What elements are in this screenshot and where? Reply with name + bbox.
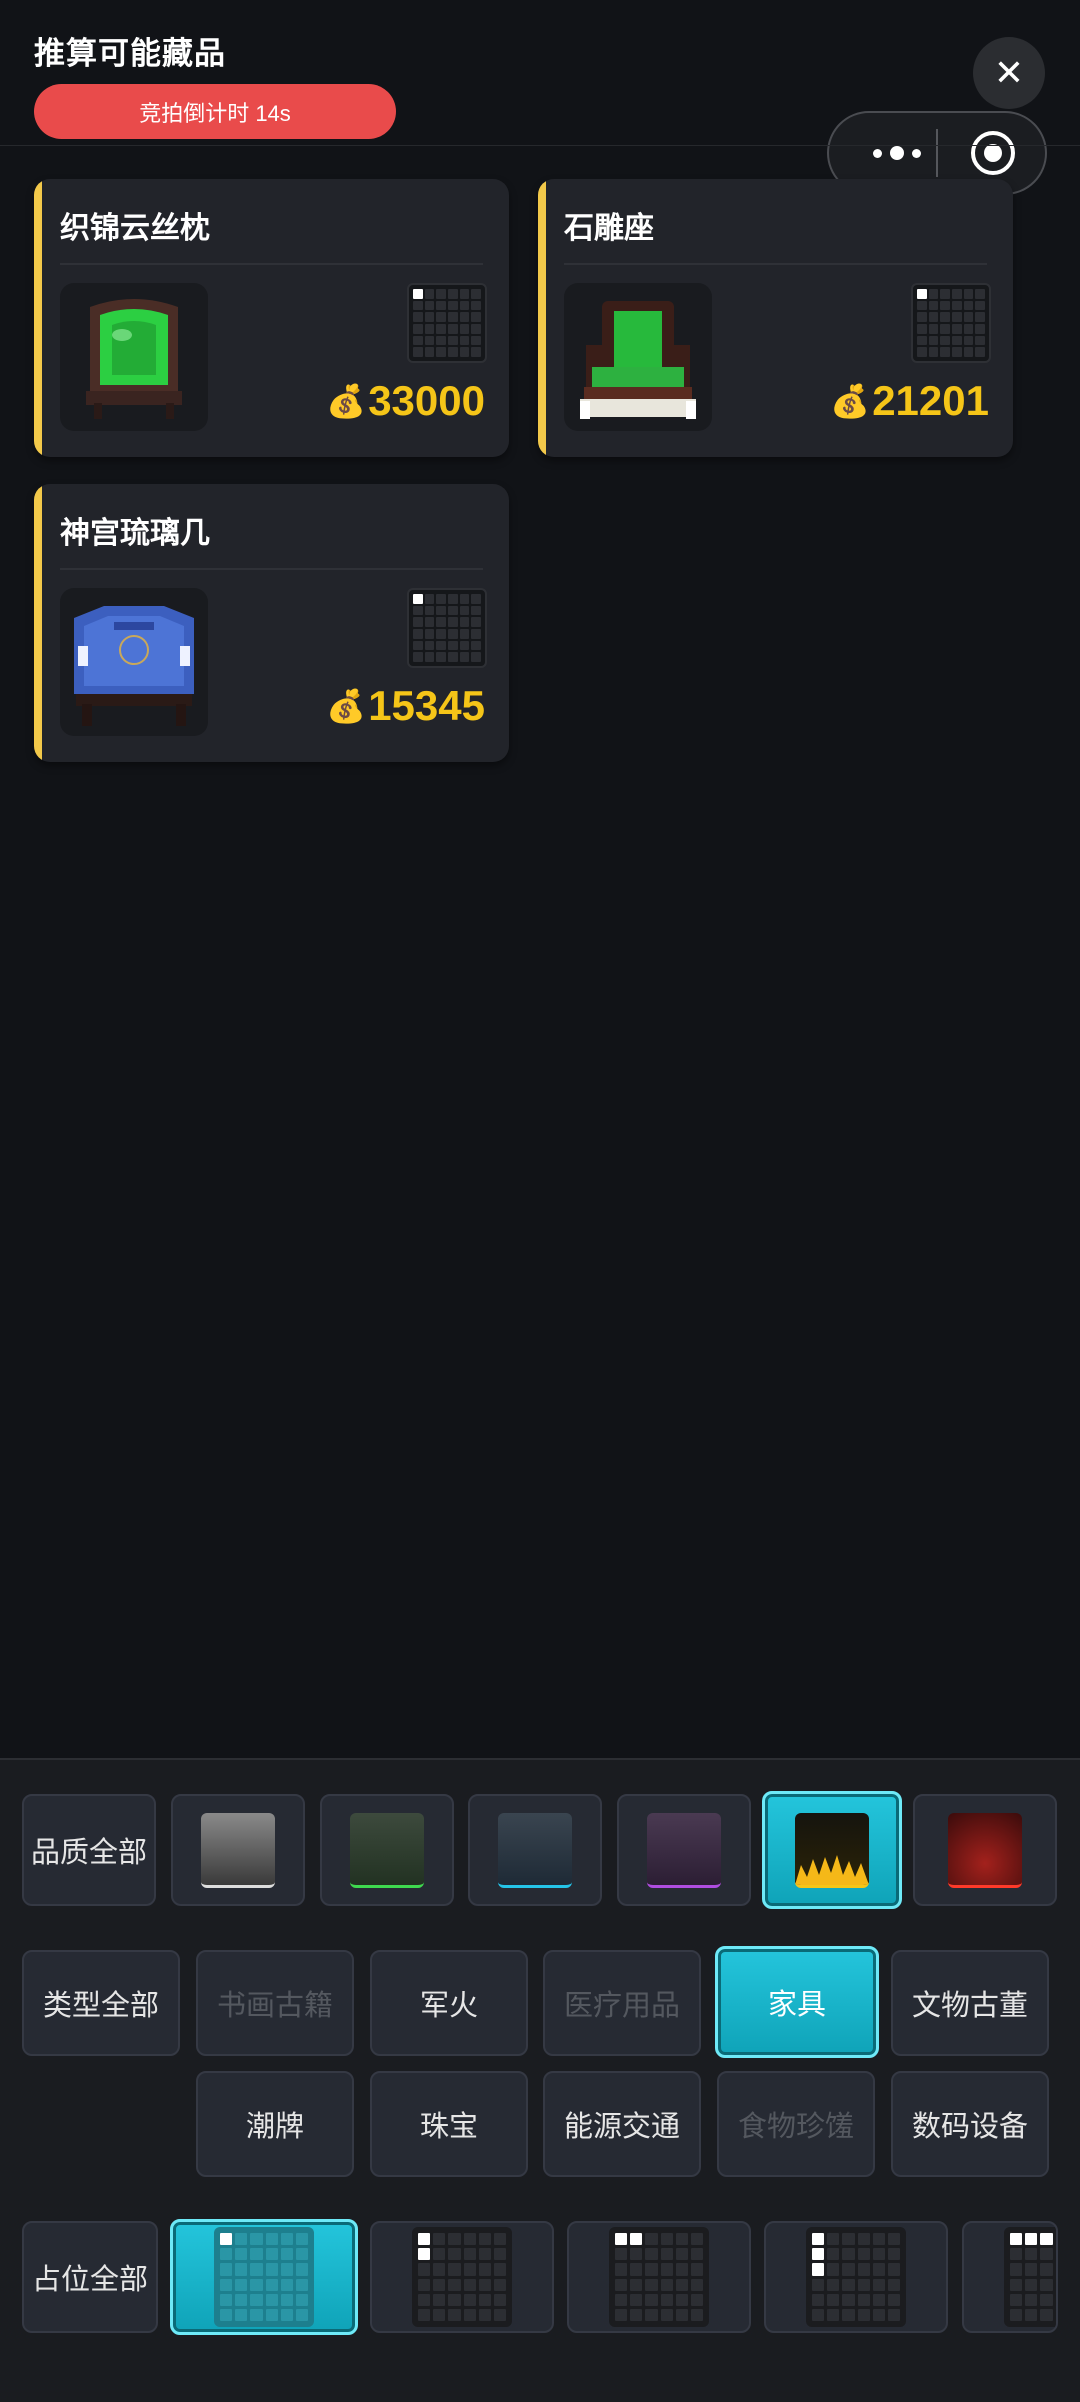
item-image [60,588,208,736]
quality-bar [34,484,42,762]
price-value: 21201 [872,377,989,424]
quality-red-button[interactable] [913,1794,1057,1906]
quality-blue-button[interactable] [468,1794,602,1906]
quality-white-button[interactable] [171,1794,305,1906]
item-price: 💰 33000 [326,377,485,425]
quality-green-swatch [350,1812,424,1888]
item-price: 💰 21201 [830,377,989,425]
item-name: 织锦云丝枕 [60,212,210,245]
size-3x1-grid [1004,2227,1056,2327]
price-value: 15345 [368,682,485,729]
more-dots-icon [869,146,925,160]
close-icon: ✕ [993,52,1025,93]
header-divider [0,145,1080,146]
item-card[interactable]: 石雕座 💰 21201 [538,179,1013,457]
item-card[interactable]: 织锦云丝枕 💰 33000 [34,179,509,457]
size-option-1x1[interactable] [170,2219,358,2335]
item-card[interactable]: 神宫琉璃几 💰 15345 [34,484,509,762]
type-all-button[interactable]: 类型全部 [22,1950,180,2056]
item-price: 💰 15345 [326,682,485,730]
card-divider [564,263,987,265]
quality-white-swatch [201,1812,275,1888]
quality-red-swatch [948,1812,1022,1888]
size-grid-indicator [407,588,487,668]
quality-gold-button[interactable] [762,1791,902,1909]
quality-gold-swatch [795,1812,869,1888]
type-option-streetwear[interactable]: 潮牌 [196,2071,354,2177]
money-bag-icon: 💰 [326,383,367,419]
capsule-divider [936,129,938,177]
exit-target-button[interactable] [969,129,1017,177]
card-divider [60,568,483,570]
size-grid-indicator [407,283,487,363]
size-option-1x3[interactable] [764,2221,948,2333]
size-grid-indicator [911,283,991,363]
item-name: 石雕座 [564,212,654,245]
size-2x1-grid [609,2227,709,2327]
auction-countdown-badge: 竞拍倒计时 14s [34,84,396,139]
type-option-jewelry[interactable]: 珠宝 [370,2071,528,2177]
type-option-furniture[interactable]: 家具 [715,1946,879,2058]
item-name: 神宫琉璃几 [60,517,210,550]
size-all-button[interactable]: 占位全部 [22,2221,158,2333]
quality-bar [34,179,42,457]
quality-purple-button[interactable] [617,1794,751,1906]
quality-green-button[interactable] [320,1794,454,1906]
size-option-1x2[interactable] [370,2221,554,2333]
type-option-digital[interactable]: 数码设备 [891,2071,1049,2177]
type-option-food[interactable]: 食物珍馐 [717,2071,875,2177]
type-option-antiques[interactable]: 文物古董 [891,1950,1049,2056]
money-bag-icon: 💰 [830,383,871,419]
size-option-3x1[interactable] [962,2221,1058,2333]
card-divider [60,263,483,265]
size-option-2x1[interactable] [567,2221,751,2333]
size-1x1-grid [214,2227,314,2327]
type-option-munitions[interactable]: 军火 [370,1950,528,2056]
page-title: 推算可能藏品 [34,36,226,71]
quality-purple-swatch [647,1812,721,1888]
quality-bar [538,179,546,457]
price-value: 33000 [368,377,485,424]
size-1x2-grid [412,2227,512,2327]
glazed-screen-icon [74,606,194,726]
flame-icon [795,1854,869,1885]
type-option-energy-transport[interactable]: 能源交通 [543,2071,701,2177]
money-bag-icon: 💰 [326,688,367,724]
quality-all-button[interactable]: 品质全部 [22,1794,156,1906]
item-image [564,283,712,431]
size-1x3-grid [806,2227,906,2327]
jade-screen-icon [86,299,182,419]
quality-blue-swatch [498,1812,572,1888]
throne-chair-icon [580,301,696,419]
type-option-medical[interactable]: 医疗用品 [543,1950,701,2056]
type-option-painting-books[interactable]: 书画古籍 [196,1950,354,2056]
close-button[interactable]: ✕ [973,37,1045,109]
item-image [60,283,208,431]
target-icon [971,131,1015,175]
